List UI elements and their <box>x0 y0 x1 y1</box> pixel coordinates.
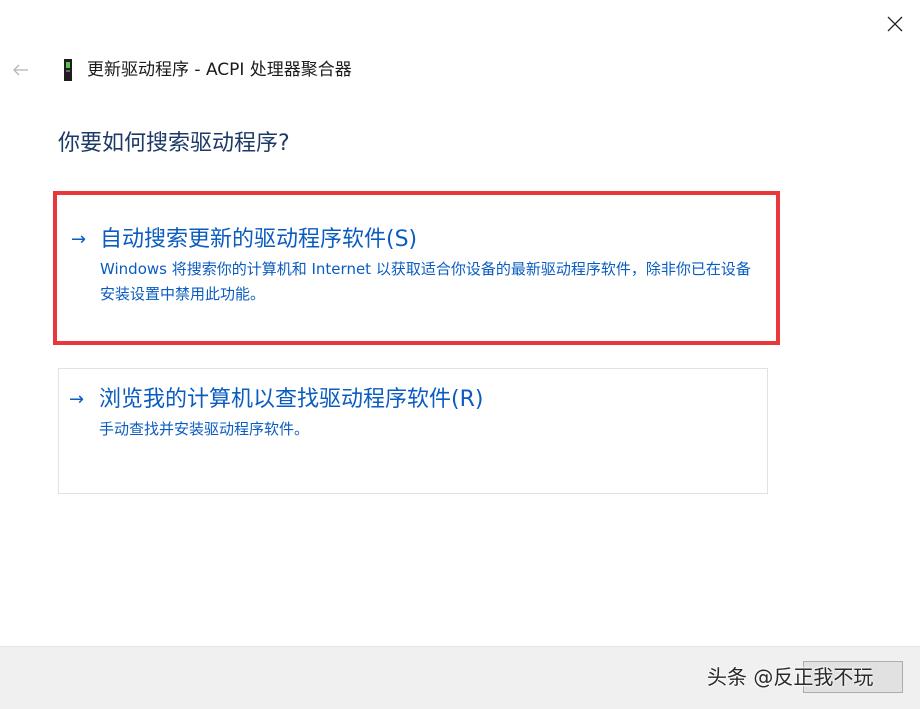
arrow-right-icon: → <box>69 389 85 410</box>
page-heading: 你要如何搜索驱动程序? <box>58 131 290 156</box>
back-arrow-icon <box>13 64 28 76</box>
arrow-right-icon: → <box>71 229 87 250</box>
close-icon <box>887 16 903 32</box>
option-description: Windows 将搜索你的计算机和 Internet 以获取适合你设备的最新驱动… <box>100 260 751 303</box>
option-title: 自动搜索更新的驱动程序软件(S) <box>100 227 418 252</box>
back-button[interactable] <box>8 58 34 82</box>
option-title: 浏览我的计算机以查找驱动程序软件(R) <box>99 387 484 412</box>
close-button[interactable] <box>879 9 911 39</box>
browse-computer-option[interactable]: → 浏览我的计算机以查找驱动程序软件(R) 手动查找并安装驱动程序软件。 <box>58 368 768 494</box>
option-description: 手动查找并安装驱动程序软件。 <box>99 420 310 438</box>
device-icon <box>64 59 72 81</box>
update-driver-window: 更新驱动程序 - ACPI 处理器聚合器 你要如何搜索驱动程序? → 自动搜索更… <box>0 0 920 709</box>
window-title: 更新驱动程序 - ACPI 处理器聚合器 <box>87 60 352 80</box>
watermark: 头条 @反正我不玩 <box>707 665 874 689</box>
search-automatically-option[interactable]: → 自动搜索更新的驱动程序软件(S) Windows 将搜索你的计算机和 Int… <box>53 191 780 345</box>
